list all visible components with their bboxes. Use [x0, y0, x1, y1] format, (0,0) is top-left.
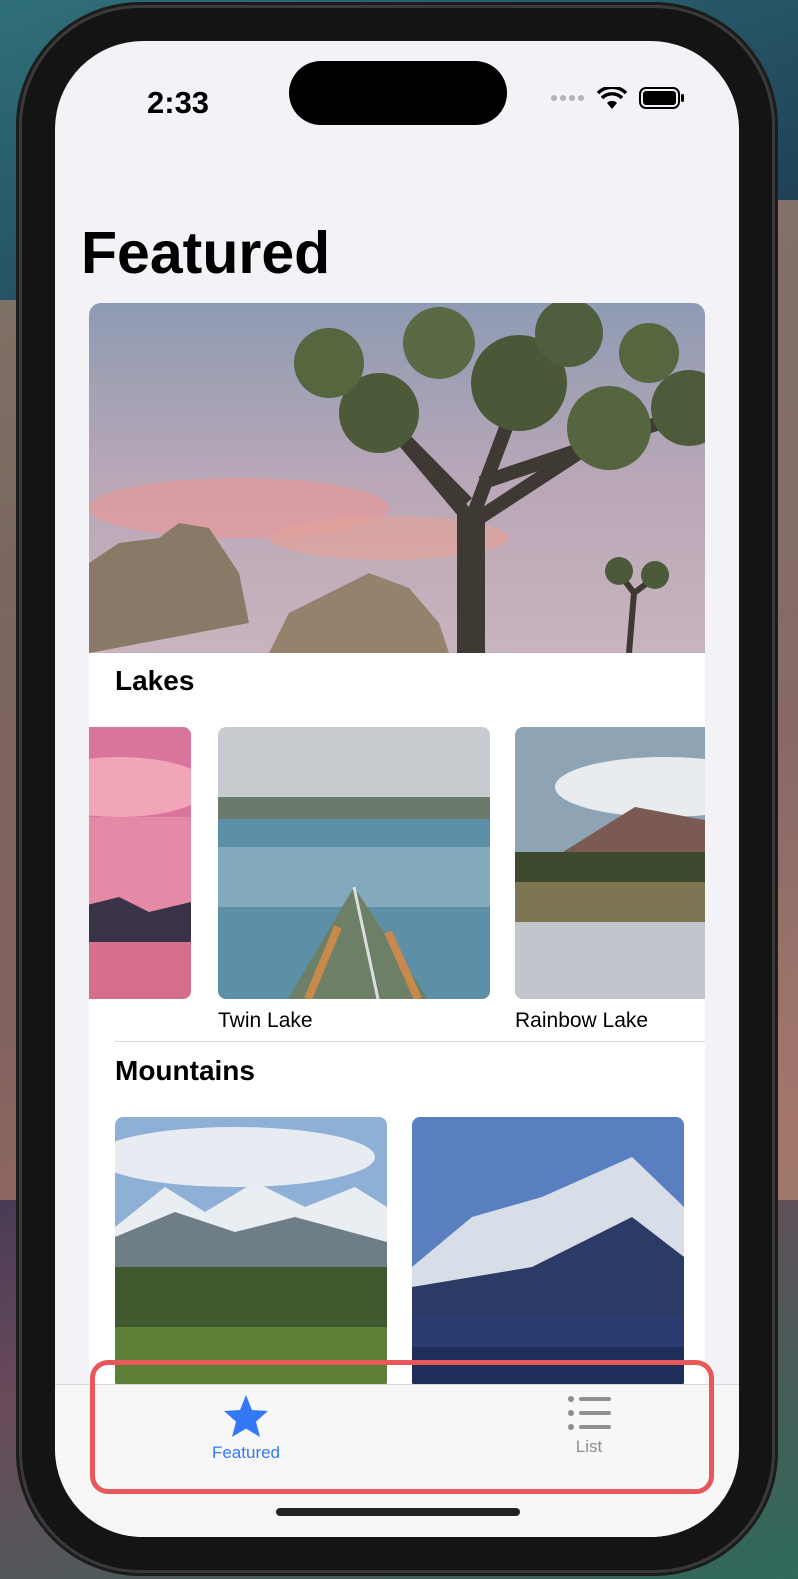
tab-bar-highlight: [90, 1360, 714, 1494]
phone-frame: 2:33 Featured Lakes Twin Lake Rainbow La…: [22, 8, 772, 1570]
section-title-lakes: Lakes: [115, 665, 195, 696]
app-screen: 2:33 Featured Lakes Twin Lake Rainbow La…: [55, 41, 739, 1537]
status-time: 2:33: [147, 85, 210, 120]
lake-image-sunset: [89, 727, 191, 999]
lake-caption-rainbow-lake: Rainbow Lake: [515, 1009, 649, 1032]
featured-scroll-content[interactable]: Lakes Twin Lake Rainbow Lake Mountains: [89, 303, 705, 1537]
wifi-icon: [597, 87, 627, 109]
mountain-image-snow-peak: [412, 1117, 684, 1389]
mountain-image-forest: [115, 1117, 387, 1389]
lake-image-twin-lake: [218, 727, 490, 999]
section-divider: [115, 1041, 705, 1042]
battery-icon: [639, 87, 684, 109]
mountain-card-1[interactable]: [115, 1117, 387, 1389]
cellular-icon: [551, 95, 584, 101]
lake-card-rainbow-lake[interactable]: [515, 727, 705, 999]
lake-card-twin-lake[interactable]: [218, 727, 490, 999]
home-indicator[interactable]: [276, 1508, 520, 1516]
mountain-card-2[interactable]: [412, 1117, 684, 1389]
lake-caption-twin-lake: Twin Lake: [218, 1009, 313, 1032]
page-title: Featured: [81, 220, 331, 286]
lake-image-rainbow-lake: [515, 727, 705, 999]
section-title-mountains: Mountains: [115, 1055, 255, 1086]
dynamic-island: [289, 61, 507, 125]
lake-card-1[interactable]: [89, 727, 191, 999]
hero-image[interactable]: [89, 303, 705, 653]
status-icons: [551, 87, 685, 109]
